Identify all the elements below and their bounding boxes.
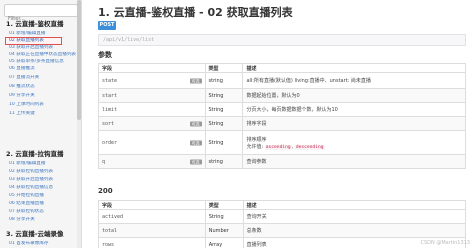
optional-badge: 可选 <box>189 121 202 126</box>
param-field: q 可选 <box>98 154 206 169</box>
optional-badge: 可选 <box>189 78 202 83</box>
table-row: start String 数据起始位置，默认为0 <box>98 88 466 103</box>
nav-group-header[interactable]: 1. 云直播-鉴权直播 <box>4 19 79 29</box>
response-type: Number <box>204 223 244 238</box>
sidebar: 1. 云直播-鉴权直播 01 新增/编辑直播 02 获取直播列表 03 获取开启… <box>0 0 82 248</box>
param-type: string <box>204 154 244 169</box>
table-row: order 可选 String 排序顺序 允许值: ascending, desc… <box>98 130 466 155</box>
param-field: order 可选 <box>98 130 206 155</box>
page-title: 1. 云直播-鉴权直播 - 02 获取直播列表 <box>98 6 293 19</box>
param-type: String <box>204 102 244 117</box>
nav-item[interactable]: 11 上传关键 <box>6 111 79 117</box>
param-field: limit <box>98 102 206 117</box>
filter-box[interactable] <box>4 4 78 25</box>
response-field: total <box>98 223 206 238</box>
nav-item[interactable]: 05 开始拉钩直播 <box>6 193 79 199</box>
column-header: 字段 <box>98 200 206 210</box>
main-content: 1. 云直播-鉴权直播 - 02 获取直播列表 POST /api/v1/liv… <box>90 0 474 248</box>
nav-item[interactable]: 02 获取拉钩直播列表 <box>6 169 79 175</box>
param-field: sort 可选 <box>98 116 206 131</box>
nav-item[interactable]: 01 新增/编辑直播 <box>6 161 79 167</box>
response-table: 字段 类型 描述 actived String 查询开关 total Numbe… <box>98 200 467 248</box>
response-section-title: 200 <box>98 187 113 195</box>
nav-item[interactable]: 03 获取开启直播列表 <box>6 177 79 183</box>
params-section-title: 参数 <box>98 51 112 59</box>
table-row: q 可选 string 查询参数 <box>98 154 466 169</box>
column-header: 描述 <box>242 63 466 73</box>
nav-item[interactable]: 04 获取正在直播中状态直播列表 <box>6 52 79 58</box>
param-type: string <box>204 72 244 89</box>
field-name: state <box>102 77 118 84</box>
desc-line: 排序顺序 <box>246 136 267 143</box>
field-name: q <box>102 158 106 165</box>
table-row: sort 可选 String 排序字段 <box>98 116 466 131</box>
table-row: state 可选 string all:所有直播(默认值) living:直播中、… <box>98 72 466 89</box>
desc-line: 允许值: ascending, descending <box>246 143 325 150</box>
nav-group-header[interactable]: 2. 云直播-拉钩直播 <box>4 149 79 159</box>
param-desc: 分页大小，每页数据数据个数，默认为10 <box>242 102 466 117</box>
watermark: CSDN @Martin1313 <box>420 240 470 246</box>
response-desc: 查询开关 <box>242 209 467 224</box>
nav-item[interactable]: 04 获取拉钩直播信息 <box>6 185 79 191</box>
nav-item[interactable]: 03 获取开启直播列表 <box>6 45 79 51</box>
scrollbar-thumb[interactable] <box>77 0 81 120</box>
column-header: 描述 <box>242 200 467 210</box>
field-name: order <box>102 139 118 146</box>
allowed-values-label: 允许值: <box>246 143 265 150</box>
optional-badge: 可选 <box>189 140 202 145</box>
column-header: 字段 <box>98 63 206 73</box>
nav-item[interactable]: 07 获取拉钩状态 <box>6 209 79 215</box>
table-header-row: 字段 类型 描述 <box>98 200 467 210</box>
allowed-value-code: ascending <box>264 144 292 150</box>
param-field: state 可选 <box>98 72 206 89</box>
optional-badge: 可选 <box>189 159 202 164</box>
param-desc: all:所有直播(默认值) living:直播中、unstart: 尚未直播 <box>242 72 466 89</box>
allowed-value-code: descending <box>294 144 325 150</box>
param-desc: 数据起始位置，默认为0 <box>242 88 466 103</box>
method-badge: POST <box>98 21 116 30</box>
nav-item[interactable]: 06 直播推流 <box>6 66 79 72</box>
nav-item[interactable]: 09 分享开关 <box>6 93 79 99</box>
param-desc: 排序顺序 允许值: ascending, descending <box>242 130 466 155</box>
param-type: String <box>204 116 244 131</box>
nav-item[interactable]: 01 新增/编辑直播 <box>6 31 79 37</box>
param-type: String <box>204 88 244 103</box>
param-desc: 查询参数 <box>242 154 466 169</box>
column-header: 类型 <box>204 200 244 210</box>
nav-item[interactable]: 08 分享开关 <box>6 217 79 223</box>
table-row: rows Array 直播列表 <box>98 237 467 248</box>
response-field: actived <box>98 209 206 224</box>
param-desc: 排序字段 <box>242 116 466 131</box>
table-row: actived String 查询开关 <box>98 209 467 224</box>
nav-item[interactable]: 08 推流状态 <box>6 84 79 90</box>
response-field: rows <box>98 237 206 248</box>
nav-item[interactable]: 05 获取单条/多条直播信息 <box>6 59 79 65</box>
param-type: String <box>204 130 244 155</box>
table-header-row: 字段 类型 描述 <box>98 63 466 73</box>
url-box: /api/v1/live/list <box>98 34 466 46</box>
nav-item[interactable]: 07 直播流开关 <box>6 75 79 81</box>
nav-item[interactable]: 01 首发布录像库存 <box>6 241 79 247</box>
sidebar-scrollbar[interactable] <box>77 0 81 248</box>
param-field: start <box>98 88 206 103</box>
nav-item[interactable]: 10 上课时间列表 <box>6 102 79 108</box>
table-row: total Number 总条数 <box>98 223 467 238</box>
field-name: limit <box>102 106 118 113</box>
field-name: start <box>102 92 118 99</box>
nav-item[interactable]: 06 结束直播直播 <box>6 201 79 207</box>
column-header: 类型 <box>204 63 244 73</box>
response-type: Array <box>204 237 244 248</box>
table-row: limit String 分页大小，每页数据数据个数，默认为10 <box>98 102 466 117</box>
response-desc: 总条数 <box>242 223 467 238</box>
nav-group-header[interactable]: 3. 云直播-云端录像 <box>4 229 79 239</box>
response-type: String <box>204 209 244 224</box>
params-table: 字段 类型 描述 state 可选 string all:所有直播(默认值) li… <box>98 63 466 169</box>
nav-item-active[interactable]: 02 获取直播列表 <box>5 37 62 45</box>
field-name: sort <box>102 120 115 127</box>
